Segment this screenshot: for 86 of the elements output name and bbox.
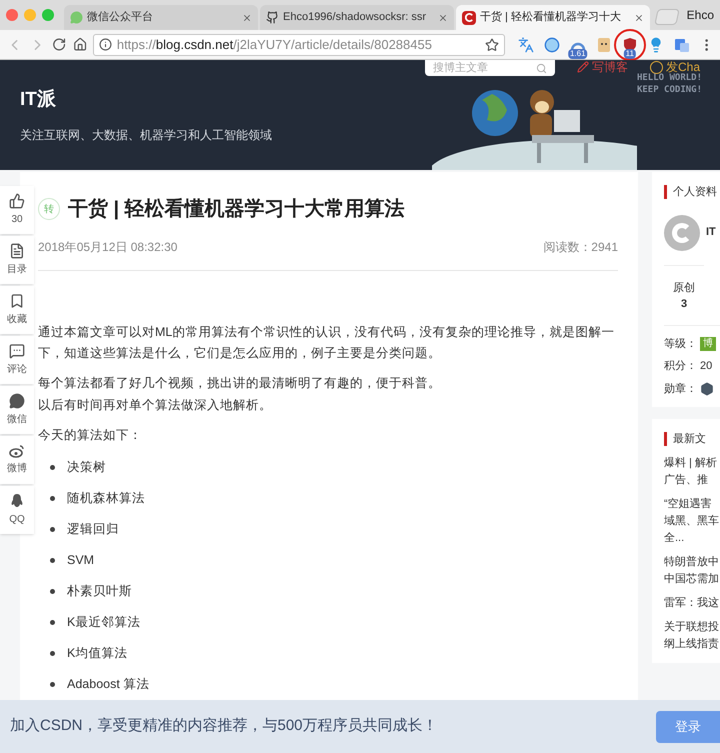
read-count: 阅读数：2941 [543,239,618,256]
browser-tab[interactable]: 干货 | 轻松看懂机器学习十大 [456,5,650,30]
info-icon[interactable] [98,38,112,51]
list-item: 随机森林算法 [67,490,145,507]
slogan-text: HELLO WORLD! [636,72,702,84]
publish-date: 2018年05月12日 08:32:30 [38,239,178,256]
list-item: Adaboost 算法 [67,676,150,693]
info-label: 勋章： [664,382,697,396]
translate-icon[interactable] [518,36,534,52]
list-item: 决策树 [67,459,106,476]
article-paragraph: 以后有时间再对单个算法做深入地解析。 [38,397,273,414]
side-action-button[interactable]: 微信 [0,386,34,434]
points-value: 20 [700,359,712,374]
avatar-logo [664,214,700,250]
medal-icon [700,382,714,396]
close-tab-icon[interactable] [438,12,448,22]
join-message: 加入CSDN，享受更精准的内容推荐，与500万程序员共同成长！ [10,716,438,736]
repost-tag: 转 [38,198,60,220]
list-item: SVM [67,552,94,569]
bullet-icon [50,465,55,470]
pencil-icon [577,61,589,73]
side-action-button[interactable]: 评论 [0,336,34,384]
profile-name[interactable]: Ehco [686,6,714,24]
info-label: 等级： [664,336,697,352]
bullet-icon [50,682,55,687]
info-label: 积分： [664,359,697,374]
browser-tab[interactable]: 微信公众平台 [64,5,258,30]
stat-label: 原创 [673,280,695,296]
level-badge: 博 [700,336,716,351]
browser-tab[interactable]: Ehco1996/shadowsocksr: ssr [260,5,454,30]
article-paragraph: 通过本篇文章可以对ML的常用算法有个常识性的认识，没有代码，没有复杂的理论推导，就是图解一下，知道这些算法是什么，它们是怎么应用的，例子主要是分类问题。 [38,324,616,362]
author-name: IT [706,225,716,240]
heading-marker [664,432,667,446]
dictionary-icon[interactable] [674,36,690,52]
home-icon[interactable] [72,37,87,52]
chat-bubbles-icon [9,393,25,409]
penguin-icon [10,493,24,509]
article-link[interactable]: “空姐遇害 域黑、黑车 全... [664,496,720,546]
address-field[interactable]: https://blog.csdn.net/j2laYU7Y/article/details/80288455 [92,34,505,56]
face-icon[interactable] [596,36,611,52]
card-heading: 个人资料 [673,185,717,200]
heading-marker [664,185,667,200]
blog-title: IT派 [20,88,56,112]
side-action-button[interactable]: 微博 [0,436,34,484]
bullet-icon [50,651,55,656]
bullet-icon [50,496,55,501]
article-title: 干货 | 轻松看懂机器学习十大常用算法 [68,197,405,222]
badge-count: 11 [624,48,636,58]
side-action-button[interactable]: 目录 [0,236,34,284]
list-item: 逻辑回归 [67,521,119,538]
list-item: K均值算法 [67,645,128,662]
github-icon [266,11,279,24]
blog-subtitle: 关注互联网、大数据、机器学习和人工智能领域 [20,127,272,144]
side-action-button[interactable]: QQ [0,486,34,534]
card-heading: 最新文 [673,432,706,447]
close-window-icon[interactable] [6,9,18,21]
article-paragraph: 今天的算法如下： [38,427,143,444]
article-link[interactable]: 雷军：我这 [664,594,720,612]
comment-icon [9,343,25,359]
chat-bubble-icon [70,11,83,24]
side-action-button[interactable]: 30 [0,186,34,234]
list-document-icon [9,243,25,259]
bullet-icon [50,589,55,594]
list-item: K最近邻算法 [67,614,140,631]
bullet-icon [50,527,55,532]
article-link[interactable]: 爆料 | 解析 广告、推 [664,454,720,488]
side-action-button[interactable]: 收藏 [0,286,34,334]
bullet-icon [50,558,55,563]
reload-icon[interactable] [52,37,67,52]
badge-count: 1.61 [568,48,588,58]
thumbs-up-icon [9,193,25,209]
article-paragraph: 每个算法都看了好几个视频，挑出讲的最清晰明了有趣的，便于科普。 [38,375,442,392]
article-link[interactable]: 特朗普放中 中国芯需加 [664,554,720,588]
search-icon[interactable] [536,62,547,74]
stat-value: 3 [680,297,688,312]
bullet-icon [50,620,55,625]
bookmark-icon [9,293,25,309]
list-item: 朴素贝叶斯 [67,583,132,600]
article-link[interactable]: 关于联想投 纲上线指责 [664,618,720,652]
slogan-text: KEEP CODING! [636,84,702,96]
close-tab-icon[interactable] [242,12,252,22]
bookmark-star-icon[interactable] [484,38,499,52]
weibo-icon [9,444,25,458]
close-tab-icon[interactable] [634,12,644,22]
header-link[interactable]: 发Cha [650,60,700,74]
c-logo-icon [462,10,476,24]
